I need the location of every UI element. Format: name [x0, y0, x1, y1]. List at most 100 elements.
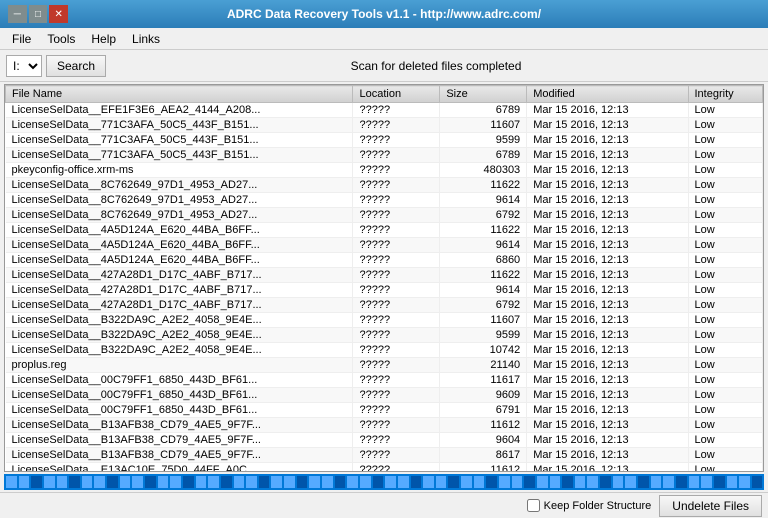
keep-folder-checkbox[interactable] — [527, 499, 540, 512]
menu-links[interactable]: Links — [124, 30, 168, 48]
table-cell: Low — [688, 463, 763, 472]
drive-selector[interactable]: I: — [6, 55, 42, 77]
table-cell: ????? — [353, 283, 440, 298]
table-row[interactable]: proplus.reg?????21140Mar 15 2016, 12:13L… — [6, 358, 763, 373]
progress-segment — [107, 476, 118, 488]
table-cell: 480303 — [440, 163, 527, 178]
menu-tools[interactable]: Tools — [39, 30, 83, 48]
table-cell: LicenseSelData__771C3AFA_50C5_443F_B151.… — [6, 133, 353, 148]
table-cell: ????? — [353, 238, 440, 253]
table-cell: LicenseSelData__4A5D124A_E620_44BA_B6FF.… — [6, 253, 353, 268]
maximize-button[interactable]: □ — [29, 5, 48, 23]
table-cell: LicenseSelData__B13AFB38_CD79_4AE5_9F7F.… — [6, 433, 353, 448]
search-button[interactable]: Search — [46, 55, 106, 77]
table-cell: 11612 — [440, 463, 527, 472]
table-cell: Mar 15 2016, 12:13 — [527, 358, 688, 373]
table-cell: Low — [688, 298, 763, 313]
table-cell: ????? — [353, 433, 440, 448]
table-row[interactable]: LicenseSelData__B13AFB38_CD79_4AE5_9F7F.… — [6, 418, 763, 433]
table-row[interactable]: LicenseSelData__427A28D1_D17C_4ABF_B717.… — [6, 283, 763, 298]
progress-segment — [234, 476, 245, 488]
progress-segment — [411, 476, 422, 488]
table-row[interactable]: LicenseSelData__4A5D124A_E620_44BA_B6FF.… — [6, 223, 763, 238]
scan-status: Scan for deleted files completed — [110, 59, 762, 73]
table-row[interactable]: LicenseSelData__8C762649_97D1_4953_AD27.… — [6, 178, 763, 193]
progress-segment — [739, 476, 750, 488]
minimize-button[interactable]: ─ — [8, 5, 27, 23]
table-cell: Mar 15 2016, 12:13 — [527, 268, 688, 283]
table-row[interactable]: LicenseSelData__00C79FF1_6850_443D_BF61.… — [6, 373, 763, 388]
table-cell: LicenseSelData__771C3AFA_50C5_443F_B151.… — [6, 118, 353, 133]
table-row[interactable]: LicenseSelData__8C762649_97D1_4953_AD27.… — [6, 208, 763, 223]
table-row[interactable]: LicenseSelData__4A5D124A_E620_44BA_B6FF.… — [6, 253, 763, 268]
table-row[interactable]: LicenseSelData__4A5D124A_E620_44BA_B6FF.… — [6, 238, 763, 253]
menu-help[interactable]: Help — [83, 30, 124, 48]
table-cell: LicenseSelData__8C762649_97D1_4953_AD27.… — [6, 193, 353, 208]
table-cell: Mar 15 2016, 12:13 — [527, 283, 688, 298]
progress-segment — [6, 476, 17, 488]
table-cell: Low — [688, 343, 763, 358]
progress-segment — [385, 476, 396, 488]
menu-bar: File Tools Help Links — [0, 28, 768, 50]
table-cell: Low — [688, 163, 763, 178]
progress-segment — [461, 476, 472, 488]
table-cell: 6792 — [440, 298, 527, 313]
table-cell: ????? — [353, 418, 440, 433]
progress-segment — [183, 476, 194, 488]
table-row[interactable]: LicenseSelData__771C3AFA_50C5_443F_B151.… — [6, 148, 763, 163]
progress-segment — [57, 476, 68, 488]
table-cell: ????? — [353, 403, 440, 418]
table-cell: LicenseSelData__8C762649_97D1_4953_AD27.… — [6, 208, 353, 223]
close-button[interactable]: ✕ — [49, 5, 68, 23]
table-cell: 9614 — [440, 238, 527, 253]
table-cell: Low — [688, 313, 763, 328]
progress-segment — [158, 476, 169, 488]
table-cell: LicenseSelData__B13AFB38_CD79_4AE5_9F7F.… — [6, 448, 353, 463]
table-row[interactable]: LicenseSelData__771C3AFA_50C5_443F_B151.… — [6, 118, 763, 133]
table-cell: ????? — [353, 463, 440, 472]
table-row[interactable]: LicenseSelData__E13AC10E_75D0_44FF_A0C..… — [6, 463, 763, 472]
table-cell: ????? — [353, 358, 440, 373]
table-cell: LicenseSelData__427A28D1_D17C_4ABF_B717.… — [6, 268, 353, 283]
table-cell: Low — [688, 283, 763, 298]
table-row[interactable]: LicenseSelData__B322DA9C_A2E2_4058_9E4E.… — [6, 313, 763, 328]
progress-segment — [613, 476, 624, 488]
table-scroll-area[interactable]: File Name Location Size Modified Integri… — [5, 85, 763, 471]
table-row[interactable]: pkeyconfig-office.xrm-ms?????480303Mar 1… — [6, 163, 763, 178]
table-row[interactable]: LicenseSelData__8C762649_97D1_4953_AD27.… — [6, 193, 763, 208]
table-row[interactable]: LicenseSelData__B13AFB38_CD79_4AE5_9F7F.… — [6, 433, 763, 448]
table-cell: 11617 — [440, 373, 527, 388]
table-row[interactable]: LicenseSelData__771C3AFA_50C5_443F_B151.… — [6, 133, 763, 148]
table-cell: Mar 15 2016, 12:13 — [527, 223, 688, 238]
progress-segment — [537, 476, 548, 488]
col-header-size: Size — [440, 86, 527, 103]
table-row[interactable]: LicenseSelData__B322DA9C_A2E2_4058_9E4E.… — [6, 343, 763, 358]
table-cell: 9604 — [440, 433, 527, 448]
menu-file[interactable]: File — [4, 30, 39, 48]
table-cell: ????? — [353, 223, 440, 238]
table-row[interactable]: LicenseSelData__B13AFB38_CD79_4AE5_9F7F.… — [6, 448, 763, 463]
table-cell: Mar 15 2016, 12:13 — [527, 193, 688, 208]
table-row[interactable]: LicenseSelData__427A28D1_D17C_4ABF_B717.… — [6, 268, 763, 283]
progress-segment — [575, 476, 586, 488]
progress-segment — [752, 476, 763, 488]
progress-segment — [246, 476, 257, 488]
progress-segment — [208, 476, 219, 488]
col-header-modified: Modified — [527, 86, 688, 103]
table-cell: ????? — [353, 253, 440, 268]
table-row[interactable]: LicenseSelData__427A28D1_D17C_4ABF_B717.… — [6, 298, 763, 313]
table-row[interactable]: LicenseSelData__00C79FF1_6850_443D_BF61.… — [6, 403, 763, 418]
undelete-button[interactable]: Undelete Files — [659, 495, 762, 517]
table-cell: ????? — [353, 343, 440, 358]
table-row[interactable]: LicenseSelData__EFE1F3E6_AEA2_4144_A208.… — [6, 103, 763, 118]
progress-bar — [4, 474, 764, 490]
table-row[interactable]: LicenseSelData__00C79FF1_6850_443D_BF61.… — [6, 388, 763, 403]
progress-segment — [221, 476, 232, 488]
table-cell: ????? — [353, 298, 440, 313]
table-cell: LicenseSelData__B322DA9C_A2E2_4058_9E4E.… — [6, 328, 353, 343]
table-row[interactable]: LicenseSelData__B322DA9C_A2E2_4058_9E4E.… — [6, 328, 763, 343]
table-cell: Low — [688, 358, 763, 373]
table-cell: Low — [688, 373, 763, 388]
table-cell: 11622 — [440, 178, 527, 193]
progress-segment — [448, 476, 459, 488]
